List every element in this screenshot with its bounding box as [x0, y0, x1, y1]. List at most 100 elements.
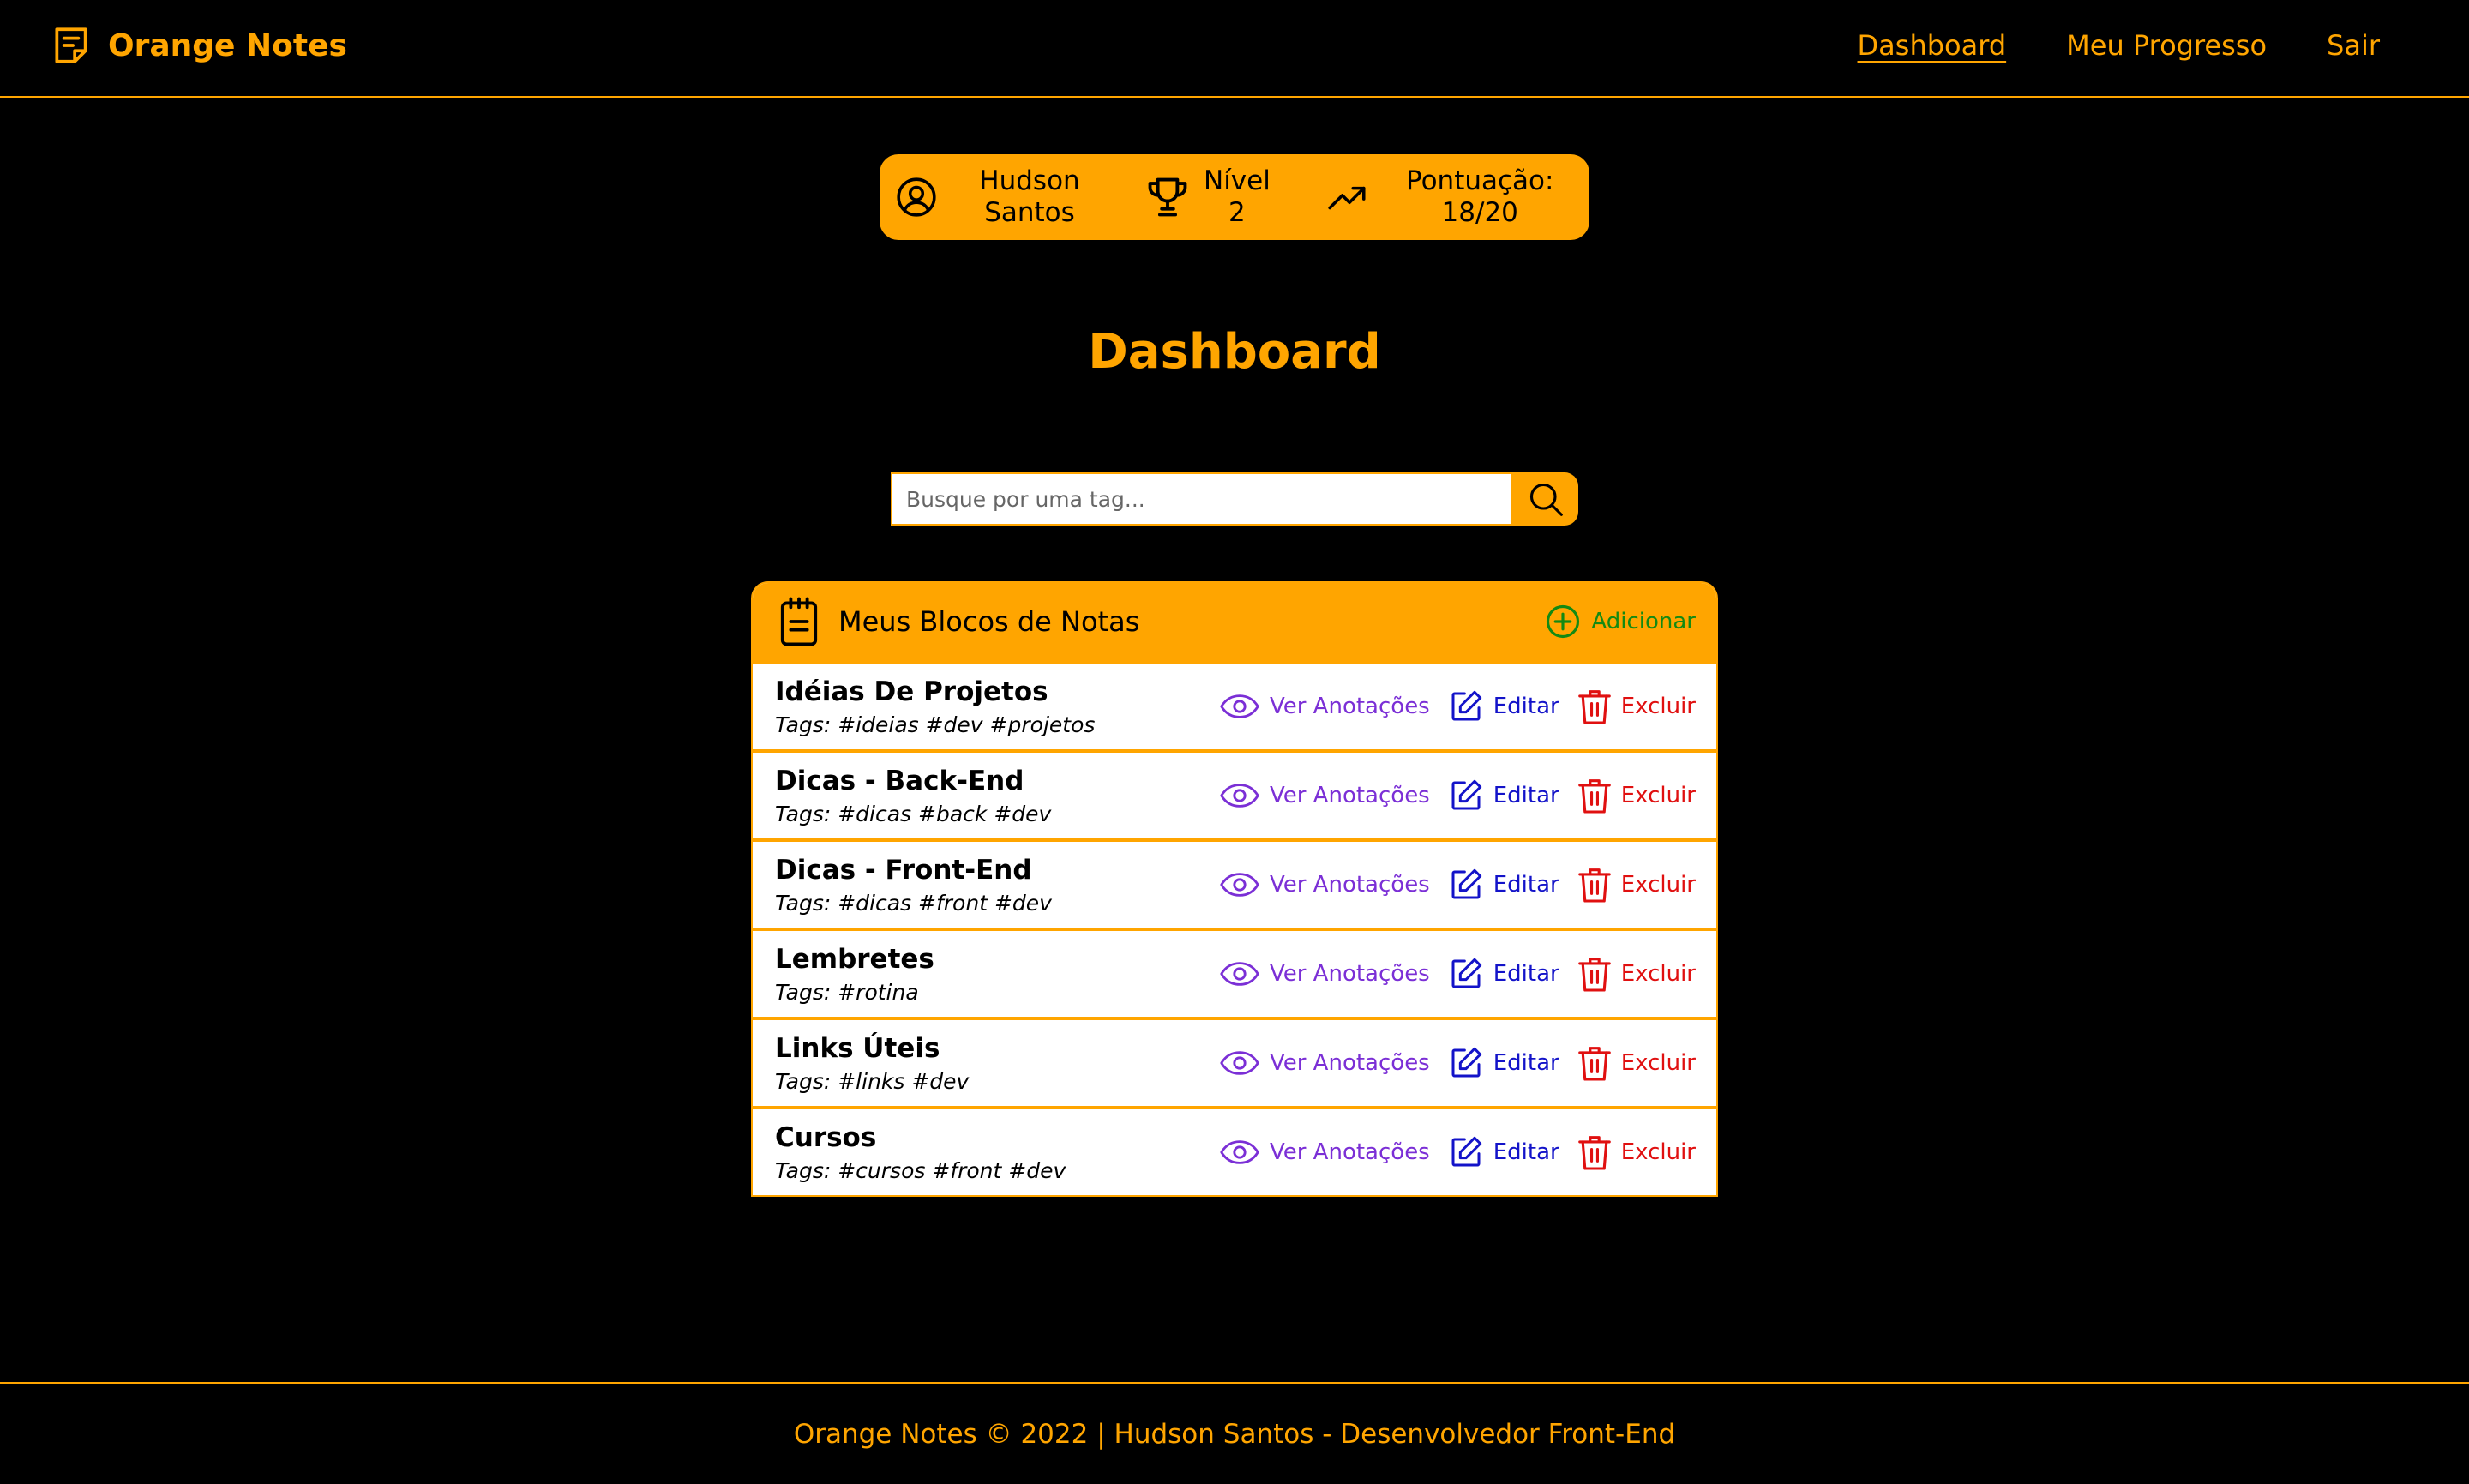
user-stat: Hudson Santos: [895, 165, 1126, 229]
view-notes-button[interactable]: Ver Anotações: [1220, 694, 1430, 719]
eye-icon: [1220, 783, 1259, 808]
delete-notebook-button[interactable]: Excluir: [1577, 867, 1696, 903]
note-icon: [50, 24, 93, 67]
view-notes-label: Ver Anotações: [1269, 1139, 1430, 1165]
notebooks-panel-title: Meus Blocos de Notas: [838, 605, 1140, 638]
edit-notebook-button[interactable]: Editar: [1449, 1135, 1559, 1169]
notebook-name: Cursos: [775, 1121, 877, 1153]
view-notes-button[interactable]: Ver Anotações: [1220, 872, 1430, 898]
page-title: Dashboard: [1088, 324, 1381, 380]
edit-notebook-button[interactable]: Editar: [1449, 689, 1559, 724]
search-button[interactable]: [1513, 472, 1578, 526]
notebook-row: Links Úteis Tags: #links #dev Ver Anotaçõe…: [753, 1017, 1716, 1106]
edit-label: Editar: [1493, 694, 1559, 719]
view-notes-label: Ver Anotações: [1269, 961, 1430, 987]
user-circle-icon: [895, 176, 938, 219]
edit-label: Editar: [1493, 1050, 1559, 1076]
plus-circle-icon: [1545, 604, 1581, 640]
notebook-name: Dicas - Front-End: [775, 854, 1032, 886]
notebook-row: Dicas - Back-End Tags: #dicas #back #dev V…: [753, 749, 1716, 838]
brand[interactable]: Orange Notes: [50, 24, 347, 67]
notebook-row: Idéias De Projetos Tags: #ideias #dev #pr…: [753, 660, 1716, 749]
score-text: Pontuação: 18/20: [1406, 165, 1553, 229]
score-value: 18/20: [1441, 197, 1518, 228]
notebook-info: Lembretes Tags: #rotina: [775, 944, 1201, 1005]
edit-icon: [1449, 1046, 1483, 1080]
trash-icon: [1577, 1045, 1611, 1081]
edit-notebook-button[interactable]: Editar: [1449, 778, 1559, 813]
trash-icon: [1577, 688, 1611, 724]
trophy-icon: [1144, 176, 1192, 219]
view-notes-button[interactable]: Ver Anotações: [1220, 1139, 1430, 1165]
delete-notebook-button[interactable]: Excluir: [1577, 1134, 1696, 1170]
notebook-name: Lembretes: [775, 943, 934, 975]
delete-notebook-button[interactable]: Excluir: [1577, 778, 1696, 814]
notebook-info: Dicas - Front-End Tags: #dicas #front #de…: [775, 855, 1201, 916]
level-value: 2: [1228, 197, 1246, 228]
edit-icon: [1449, 689, 1483, 724]
view-notes-label: Ver Anotações: [1269, 872, 1430, 898]
notebook-info: Cursos Tags: #cursos #front #dev: [775, 1122, 1201, 1183]
add-notebook-label: Adicionar: [1591, 609, 1696, 634]
edit-icon: [1449, 778, 1483, 813]
delete-notebook-button[interactable]: Excluir: [1577, 956, 1696, 992]
user-last-name: Santos: [984, 197, 1075, 228]
trending-up-icon: [1324, 176, 1372, 219]
notebook-row: Dicas - Front-End Tags: #dicas #front #de…: [753, 838, 1716, 928]
notebook-name: Links Úteis: [775, 1032, 940, 1064]
notebook-tags: Tags: #cursos #front #dev: [775, 1157, 1066, 1183]
search-input[interactable]: [891, 472, 1513, 526]
trash-icon: [1577, 778, 1611, 814]
main-nav: Dashboard Meu Progresso Sair: [1858, 29, 2380, 62]
notebook-info: Links Úteis Tags: #links #dev: [775, 1033, 1201, 1094]
level-text: Nível 2: [1204, 165, 1271, 229]
edit-notebook-button[interactable]: Editar: [1449, 957, 1559, 991]
tag-search: [891, 472, 1578, 526]
delete-label: Excluir: [1620, 1139, 1696, 1165]
view-notes-label: Ver Anotações: [1269, 783, 1430, 808]
trash-icon: [1577, 867, 1611, 903]
delete-notebook-button[interactable]: Excluir: [1577, 688, 1696, 724]
edit-notebook-button[interactable]: Editar: [1449, 868, 1559, 902]
score-stat: Pontuação: 18/20: [1324, 165, 1553, 229]
delete-label: Excluir: [1620, 694, 1696, 719]
view-notes-button[interactable]: Ver Anotações: [1220, 783, 1430, 808]
score-label: Pontuação:: [1406, 165, 1554, 196]
eye-icon: [1220, 961, 1259, 987]
delete-label: Excluir: [1620, 961, 1696, 987]
view-notes-label: Ver Anotações: [1269, 694, 1430, 719]
eye-icon: [1220, 1050, 1259, 1076]
edit-icon: [1449, 957, 1483, 991]
edit-label: Editar: [1493, 961, 1559, 987]
level-label: Nível: [1204, 165, 1271, 196]
nav-link-dashboard[interactable]: Dashboard: [1858, 29, 2007, 62]
notebook-tags: Tags: #rotina: [775, 979, 919, 1005]
edit-label: Editar: [1493, 872, 1559, 898]
edit-label: Editar: [1493, 783, 1559, 808]
notepad-icon: [778, 597, 820, 646]
notebook-tags: Tags: #ideias #dev #projetos: [775, 712, 1096, 737]
user-first-name: Hudson: [979, 165, 1080, 196]
add-notebook-button[interactable]: Adicionar: [1545, 604, 1696, 640]
view-notes-button[interactable]: Ver Anotações: [1220, 1050, 1430, 1076]
notebooks-panel-header: Meus Blocos de Notas Adicionar: [753, 583, 1716, 660]
delete-notebook-button[interactable]: Excluir: [1577, 1045, 1696, 1081]
notebook-name: Idéias De Projetos: [775, 676, 1048, 707]
notebook-info: Idéias De Projetos Tags: #ideias #dev #pr…: [775, 676, 1201, 737]
nav-link-progress[interactable]: Meu Progresso: [2066, 29, 2267, 62]
delete-label: Excluir: [1620, 872, 1696, 898]
edit-notebook-button[interactable]: Editar: [1449, 1046, 1559, 1080]
nav-link-logout[interactable]: Sair: [2327, 29, 2380, 62]
notebook-row: Cursos Tags: #cursos #front #dev Ver Anota…: [753, 1106, 1716, 1195]
delete-label: Excluir: [1620, 783, 1696, 808]
eye-icon: [1220, 1139, 1259, 1165]
notebook-tags: Tags: #links #dev: [775, 1068, 970, 1094]
eye-icon: [1220, 694, 1259, 719]
user-name: Hudson Santos: [965, 165, 1094, 229]
level-stat: Nível 2: [1144, 165, 1324, 229]
user-stats-bar: Hudson Santos Nível 2 Pontuação: 18/20: [880, 154, 1589, 240]
notebook-info: Dicas - Back-End Tags: #dicas #back #dev: [775, 766, 1201, 826]
brand-title: Orange Notes: [108, 27, 347, 63]
view-notes-button[interactable]: Ver Anotações: [1220, 961, 1430, 987]
edit-icon: [1449, 1135, 1483, 1169]
